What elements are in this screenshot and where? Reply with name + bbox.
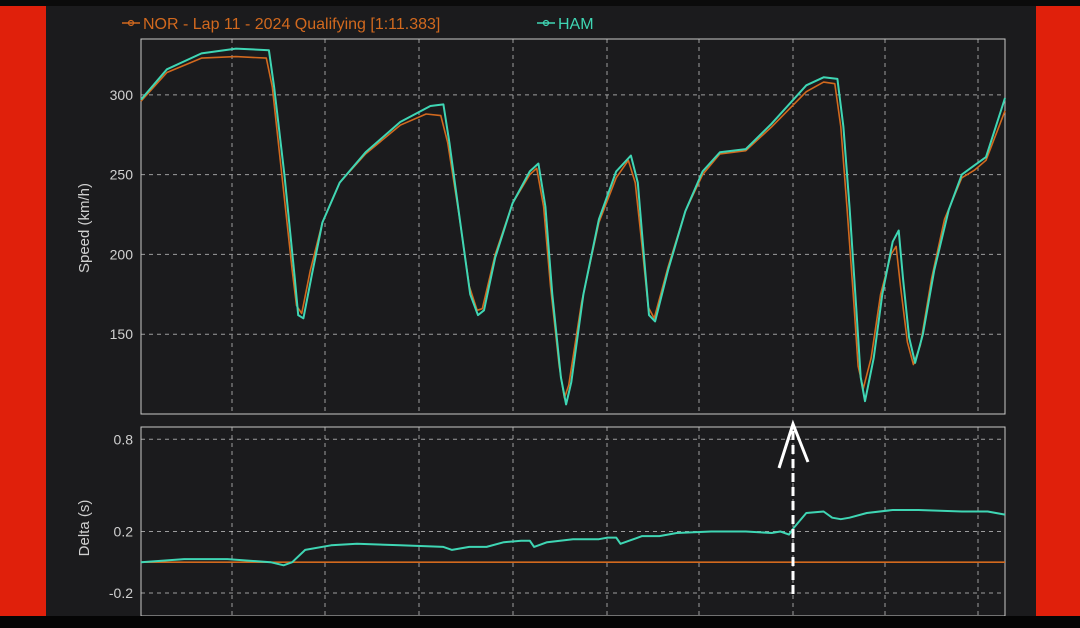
- delta-tick-label: 0.2: [114, 523, 134, 539]
- bottom-strip: [0, 616, 1080, 628]
- delta-series: [140, 509, 1006, 567]
- delta-axis-title: Delta (s): [76, 500, 93, 557]
- delta-grid: [140, 426, 1006, 616]
- speed-ticks: 150 200 250 300: [110, 87, 134, 342]
- speed-series-line-ham: [140, 47, 1006, 406]
- legend: NOR - Lap 11 - 2024 Qualifying [1:11.383…: [122, 16, 594, 33]
- legend-entry-nor[interactable]: NOR - Lap 11 - 2024 Qualifying [1:11.383…: [122, 16, 440, 33]
- delta-tick-label: 0.8: [114, 431, 134, 447]
- speed-series: [140, 47, 1006, 406]
- speed-tick-label: 200: [110, 246, 134, 262]
- right-red-frame: [1036, 6, 1080, 616]
- arrow-annotation: [777, 419, 810, 594]
- delta-tick-label: -0.2: [109, 585, 133, 601]
- legend-label-ham: HAM: [558, 16, 594, 33]
- speed-tick-label: 300: [110, 87, 134, 103]
- delta-plot-frame: [140, 426, 1006, 616]
- delta-ticks: -0.2 0.2 0.8: [109, 431, 133, 601]
- legend-entry-ham[interactable]: HAM: [537, 16, 594, 33]
- speed-tick-label: 250: [110, 167, 134, 183]
- legend-label-nor: NOR - Lap 11 - 2024 Qualifying [1:11.383…: [143, 16, 440, 33]
- speed-axis-title: Speed (km/h): [76, 183, 93, 273]
- left-red-frame: [0, 6, 46, 616]
- telemetry-chart: NOR - Lap 11 - 2024 Qualifying [1:11.383…: [76, 16, 1006, 616]
- speed-tick-label: 150: [110, 326, 134, 342]
- telemetry-panel: NOR - Lap 11 - 2024 Qualifying [1:11.383…: [46, 6, 1036, 616]
- delta-series-line-ham: [140, 509, 1006, 567]
